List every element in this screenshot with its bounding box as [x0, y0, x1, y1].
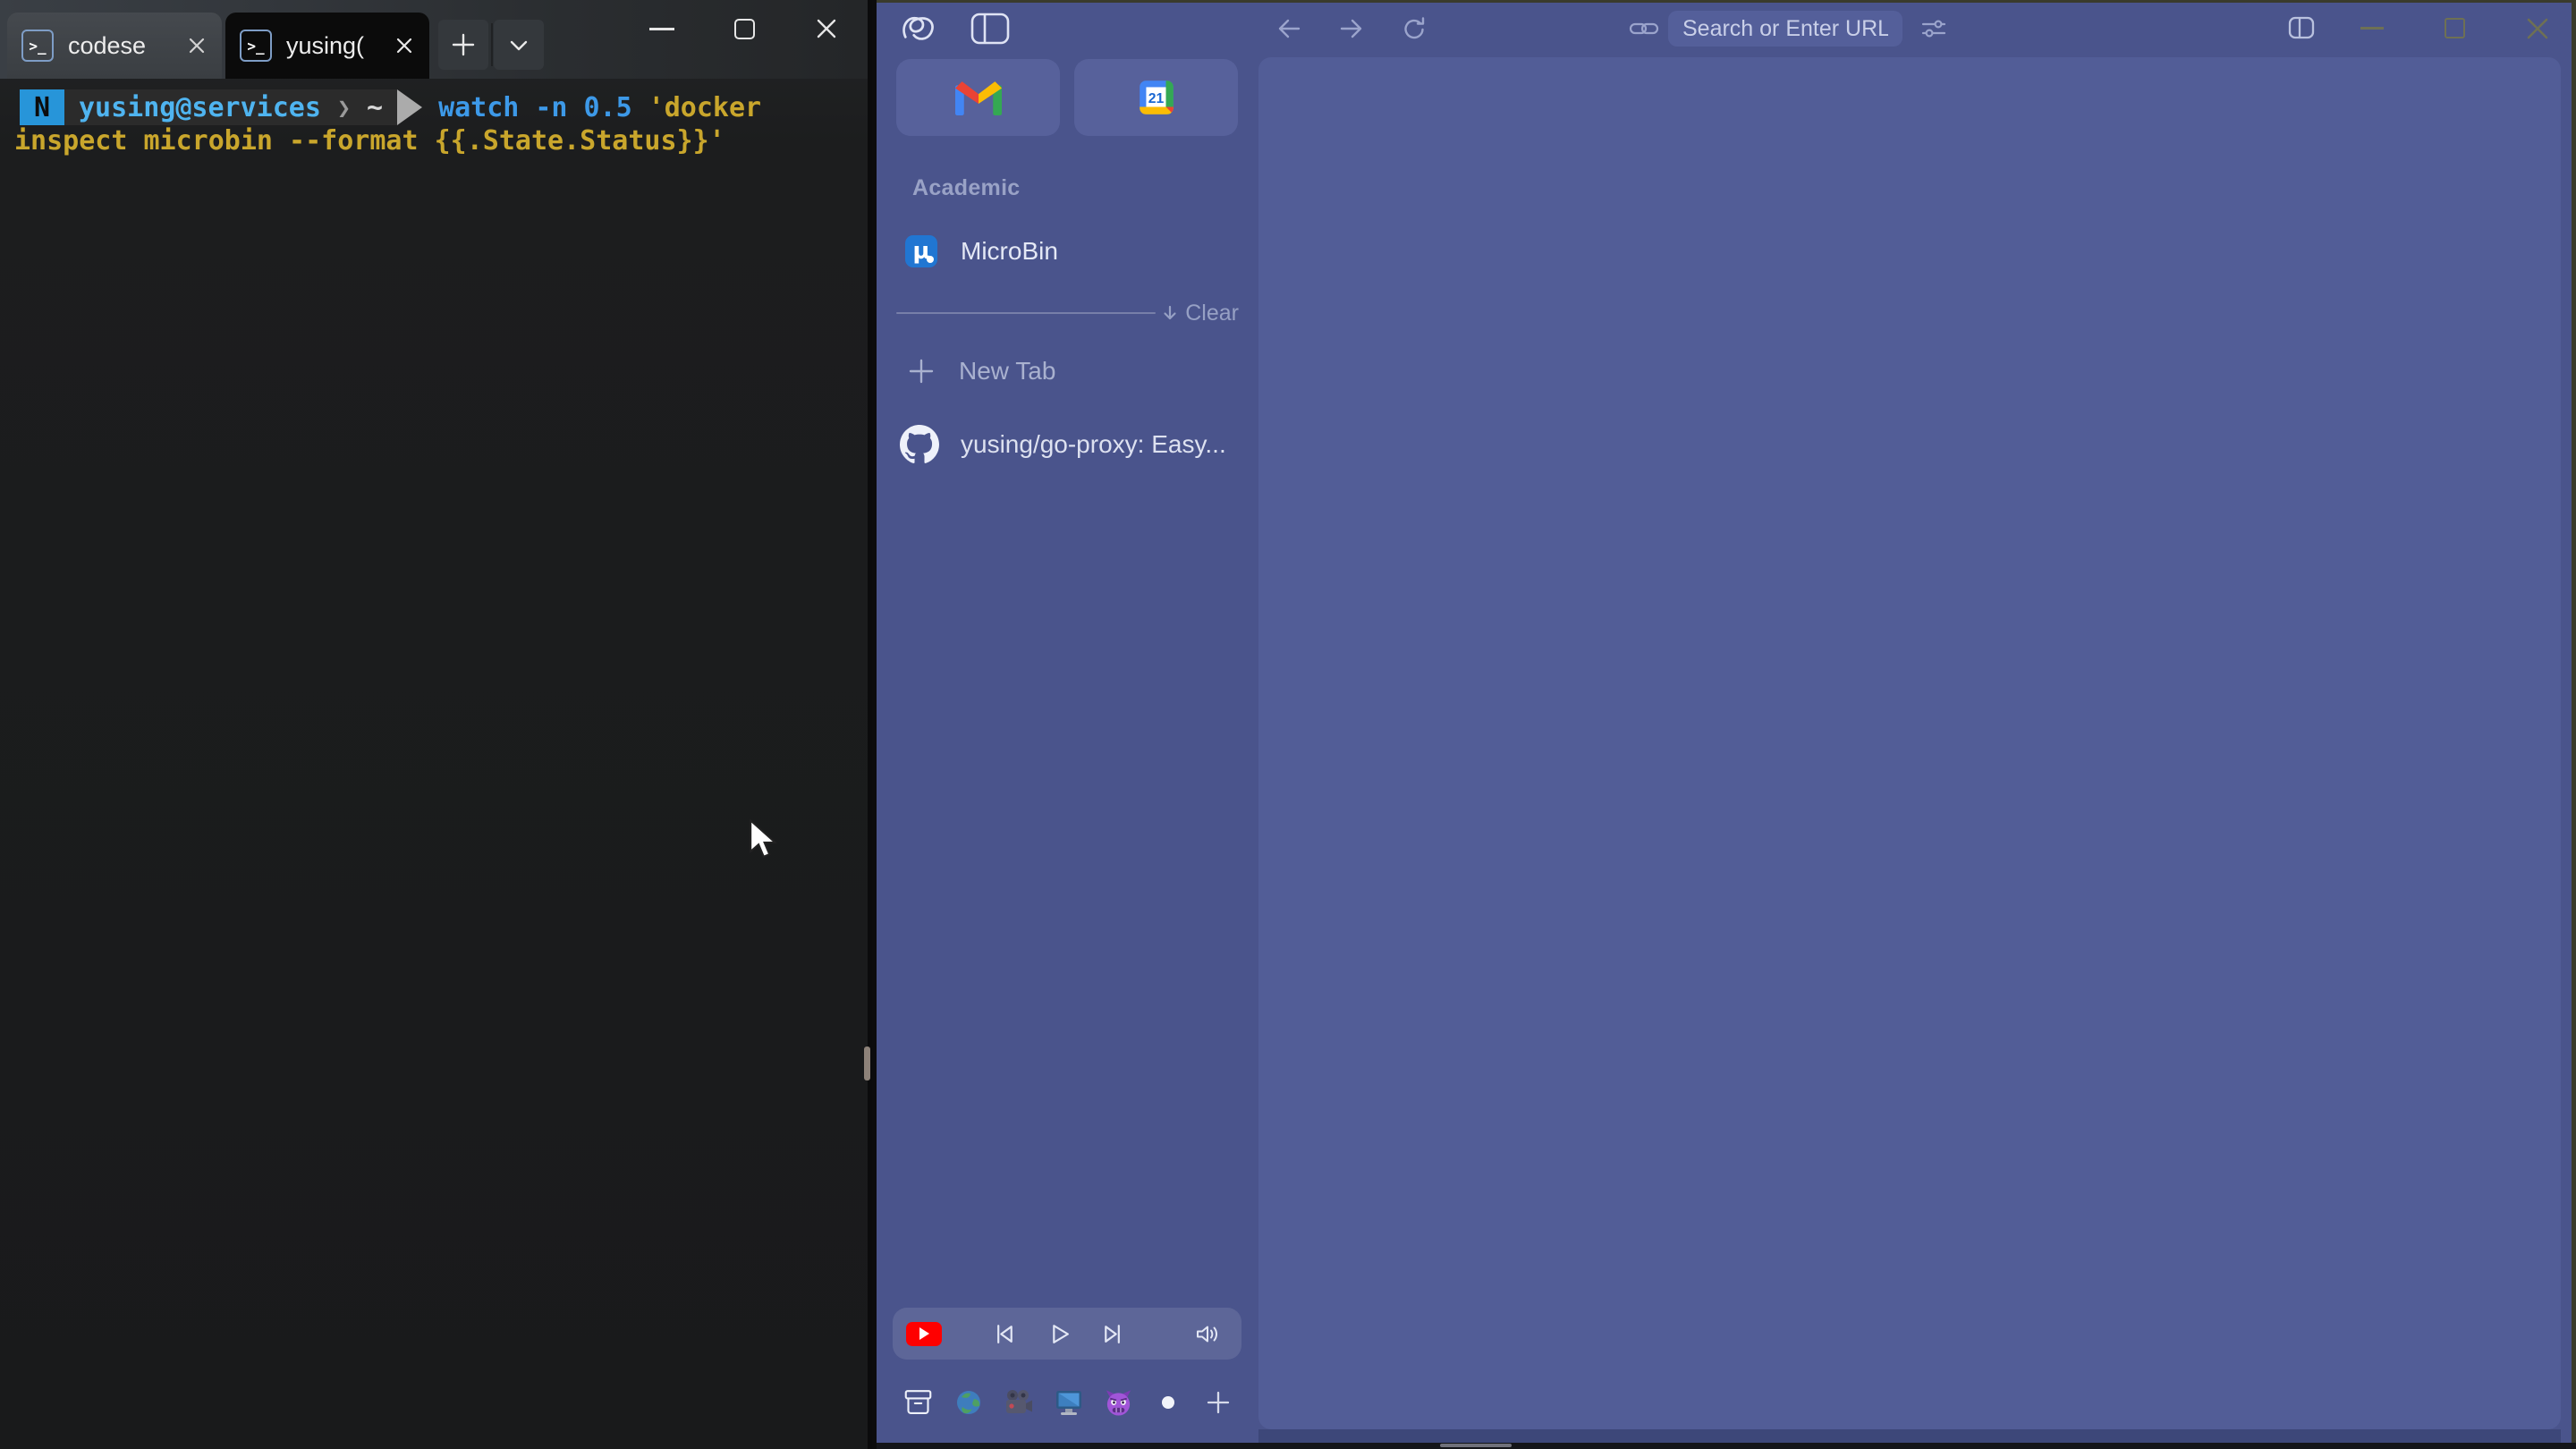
previous-track-icon[interactable]	[994, 1322, 1018, 1346]
github-icon	[900, 425, 939, 464]
browser-sidebar: 21 Academic µ MicroBin Clear	[877, 0, 1258, 1443]
media-player-card	[893, 1308, 1241, 1360]
prompt-cwd: ~	[367, 92, 383, 123]
minimize-icon	[649, 28, 674, 30]
essential-tile-google-calendar[interactable]: 21	[1074, 59, 1238, 136]
maximize-button[interactable]	[2445, 18, 2465, 38]
taskbar-peek-handle	[1440, 1444, 1512, 1447]
terminal-window-controls	[621, 0, 868, 57]
content-bottom-shadow	[1258, 1429, 2561, 1444]
command-text: watch -n 0.5 'docker	[438, 89, 761, 125]
play-icon[interactable]	[1046, 1322, 1071, 1346]
url-settings-icon[interactable]	[1920, 16, 1947, 41]
terminal-tab-title: codese	[68, 32, 172, 60]
prompt-os-badge: N	[20, 89, 64, 125]
url-input[interactable]	[1668, 16, 1902, 42]
tabs-divider-row: Clear	[896, 301, 1239, 326]
mouse-cursor	[748, 819, 782, 865]
window-bottom-edge	[877, 1443, 2576, 1449]
archive-box-icon[interactable]	[903, 1388, 933, 1418]
screenshot-root: { "terminal": { "tabs": [ { "title": "co…	[0, 0, 2576, 1449]
prompt-segment: yusing@services ❯ ~	[64, 89, 397, 125]
minimize-icon	[2360, 27, 2384, 30]
youtube-play-triangle	[919, 1327, 929, 1340]
prompt-user-host: yusing@services	[79, 92, 321, 123]
maximize-button[interactable]	[703, 0, 785, 57]
zen-logo-icon[interactable]	[899, 8, 940, 54]
maximize-icon	[2445, 18, 2465, 38]
gmail-icon	[955, 80, 1002, 115]
prompt-separator-chevron: ❯	[337, 95, 351, 121]
command-keyword: watch	[438, 92, 519, 123]
volume-icon[interactable]	[1195, 1322, 1222, 1346]
terminal-app-icon: >_	[240, 30, 272, 62]
devil-face-icon[interactable]	[1104, 1388, 1133, 1418]
terminal-profile-dropdown-button[interactable]	[494, 20, 544, 70]
terminal-tab-title: yusing(	[286, 32, 379, 60]
url-bar[interactable]	[1668, 11, 1902, 47]
next-track-icon[interactable]	[1099, 1322, 1123, 1346]
new-tab-button[interactable]: New Tab	[896, 345, 1239, 397]
back-button[interactable]	[1275, 14, 1303, 43]
essential-tile-gmail[interactable]	[896, 59, 1060, 136]
window-resize-handle[interactable]	[864, 1046, 870, 1080]
close-button[interactable]	[785, 0, 868, 57]
browser-toolbar	[1258, 0, 2576, 57]
link-icon[interactable]	[1629, 18, 1659, 39]
workspace-label: Academic	[912, 175, 1021, 201]
browser-window: 21 Academic µ MicroBin Clear	[872, 0, 2576, 1449]
add-workspace-icon[interactable]	[1203, 1388, 1233, 1418]
clear-label: Clear	[1185, 301, 1239, 326]
essentials-grid: 21	[896, 59, 1238, 136]
powerline-arrow-icon	[397, 89, 422, 125]
movie-camera-icon[interactable]	[1004, 1388, 1033, 1418]
command-string-start: 'docker	[648, 92, 761, 123]
forward-button[interactable]	[1337, 14, 1366, 43]
down-arrow-icon	[1161, 304, 1179, 322]
dot-indicator[interactable]	[1162, 1396, 1174, 1409]
google-calendar-icon: 21	[1138, 79, 1175, 116]
microbin-favicon: µ	[905, 235, 937, 267]
tab-button-divider	[491, 23, 493, 66]
terminal-window: >_ codese >_ yusing(	[0, 0, 868, 1449]
minimize-button[interactable]	[621, 0, 703, 57]
split-view-icon[interactable]	[2287, 14, 2316, 41]
close-tab-icon[interactable]	[394, 35, 415, 56]
reload-button[interactable]	[1400, 14, 1428, 43]
terminal-tab-codese[interactable]: >_ codese	[7, 13, 222, 79]
minimize-button[interactable]	[2360, 27, 2384, 30]
media-controls	[994, 1322, 1123, 1346]
browser-main-area	[1258, 0, 2576, 1449]
sidebar-toggle-icon[interactable]	[970, 11, 1010, 51]
shell-prompt-line: N yusing@services ❯ ~ watch -n 0.5 'dock…	[20, 89, 761, 125]
globe-icon[interactable]	[953, 1388, 983, 1418]
webpage-viewport[interactable]	[1258, 57, 2561, 1429]
youtube-icon[interactable]	[906, 1322, 942, 1346]
close-icon	[814, 16, 839, 41]
maximize-icon	[734, 19, 755, 39]
new-terminal-tab-button[interactable]	[438, 20, 488, 70]
tab-github-go-proxy[interactable]: yusing/go-proxy: Easy...	[896, 417, 1239, 472]
terminal-tab-bar: >_ codese >_ yusing(	[0, 0, 868, 79]
sidebar-header	[899, 7, 1010, 54]
close-button[interactable]	[2525, 16, 2550, 41]
command-text-wrapped: inspect microbin --format {{.State.Statu…	[14, 125, 725, 157]
terminal-app-icon: >_	[21, 30, 54, 62]
clear-tabs-button[interactable]: Clear	[1161, 301, 1239, 326]
tab-title: yusing/go-proxy: Easy...	[961, 430, 1226, 459]
calendar-day-number: 21	[1148, 91, 1164, 106]
desktop-monitor-icon[interactable]	[1054, 1388, 1083, 1418]
workspace-switcher	[903, 1381, 1233, 1424]
pinned-tab-microbin[interactable]: µ MicroBin	[896, 224, 1239, 279]
terminal-tab-yusing[interactable]: >_ yusing(	[225, 13, 429, 79]
tab-title: MicroBin	[961, 237, 1058, 266]
divider-line	[896, 312, 1156, 314]
plus-icon	[907, 357, 936, 386]
close-tab-icon[interactable]	[186, 35, 208, 56]
close-icon	[2525, 16, 2550, 41]
command-value: 0.5	[584, 92, 632, 123]
command-flag: -n	[535, 92, 567, 123]
new-tab-label: New Tab	[959, 357, 1055, 386]
